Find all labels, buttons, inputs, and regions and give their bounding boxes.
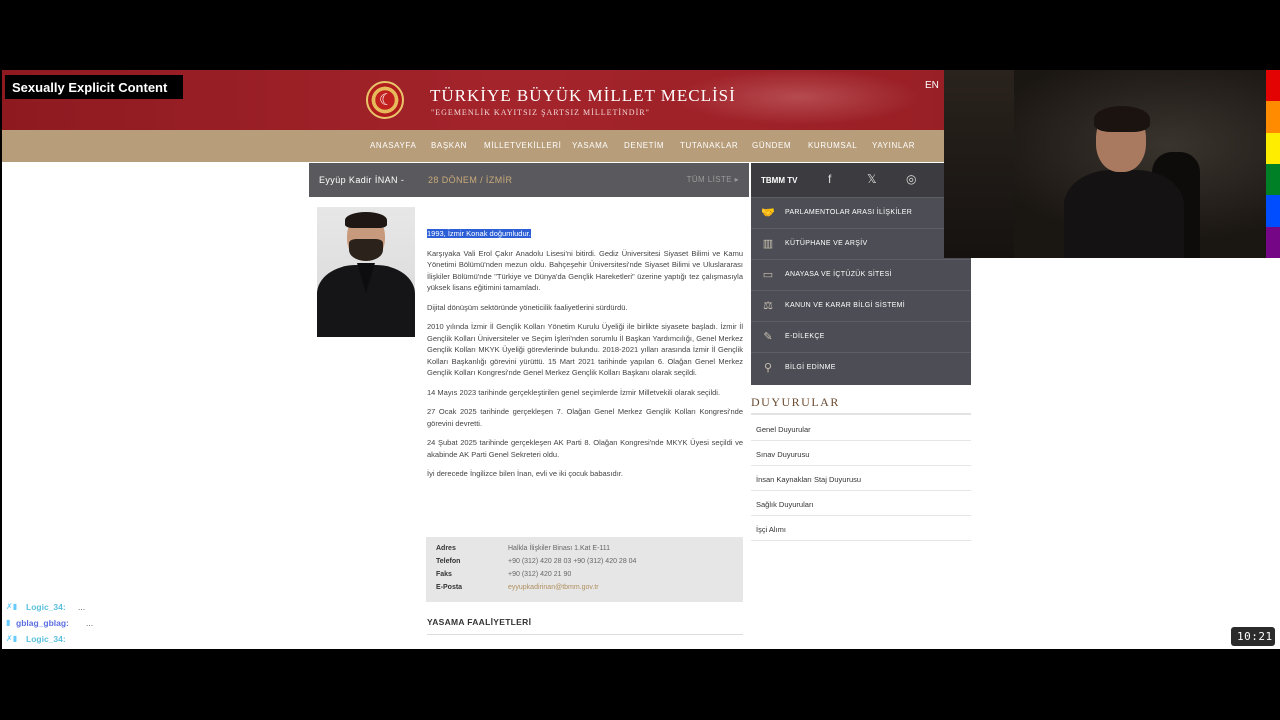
parliament-emblem-icon[interactable]: ☾ xyxy=(366,81,404,119)
sidebar-item-label: BİLGİ EDİNME xyxy=(785,364,836,371)
bio-paragraph: 2010 yılında İzmir İl Gençlik Kolları Yö… xyxy=(427,322,743,377)
sidebar-item-constitution[interactable]: ▭ ANAYASA VE İÇTÜZÜK SİTESİ xyxy=(751,259,971,290)
contact-value-address: Halkla İlişkiler Binası 1.Kat E-111 xyxy=(508,545,611,552)
bio-paragraph: İyi derecede İngilizce bilen İnan, evli … xyxy=(427,469,623,478)
sidebar-item-label: E-DİLEKÇE xyxy=(785,333,825,340)
rainbow-strip xyxy=(1266,70,1280,258)
contact-label-address: Adres xyxy=(436,545,456,552)
language-switch[interactable]: EN xyxy=(925,80,939,91)
nav-item-tutanaklar[interactable]: TUTANAKLAR xyxy=(680,141,738,150)
bio-paragraph: 14 Mayıs 2023 tarihinde gerçekleştirilen… xyxy=(427,387,721,397)
instagram-icon[interactable]: ◎ xyxy=(906,172,916,186)
contact-email-link[interactable]: eyyupkadirinan@tbmm.gov.tr xyxy=(508,584,599,591)
chat-text: ... xyxy=(86,618,94,628)
contact-label-email: E-Posta xyxy=(436,584,463,591)
announcement-label: İnsan Kaynakları Staj Duyurusu xyxy=(756,475,862,484)
contact-label-phone: Telefon xyxy=(436,558,461,565)
chat-message: ✗▮ Logic_34: xyxy=(6,632,266,648)
chat-username: Logic_34: xyxy=(26,634,66,644)
bio-paragraph: Dijital dönüşüm sektöründe yöneticilik f… xyxy=(427,302,628,312)
scales-icon: ⚖ xyxy=(763,300,773,312)
chat-badge-icon: ▮ xyxy=(6,618,11,627)
sidebar-item-library[interactable]: ▥ KÜTÜPHANE VE ARŞİV xyxy=(751,228,971,259)
nav-item-yasama[interactable]: YASAMA xyxy=(572,141,608,150)
x-twitter-icon[interactable]: 𝕏 xyxy=(867,172,877,186)
announcement-item[interactable]: İşçi Alımı xyxy=(751,516,971,541)
announcement-label: Sağlık Duyuruları xyxy=(756,500,814,509)
divider xyxy=(427,634,743,635)
mp-name: Eyyüp Kadir İNAN - xyxy=(319,175,405,185)
chat-username: gblag_gblag: xyxy=(16,618,69,628)
screen: ☾ TÜRKİYE BÜYÜK MİLLET MECLİSİ "EGEMENLİ… xyxy=(0,0,1280,720)
book-icon: ▥ xyxy=(762,238,774,250)
nav-item-denetim[interactable]: DENETİM xyxy=(624,141,664,150)
bio-highlight: 1993, İzmir Konak doğumludur. xyxy=(427,229,531,238)
contact-value-phone: +90 (312) 420 28 03 +90 (312) 420 28 04 xyxy=(508,558,637,565)
divider xyxy=(751,413,971,415)
sidebar-menu: 🤝 PARLAMENTOLAR ARASI İLİŞKİLER ▥ KÜTÜPH… xyxy=(751,197,971,385)
nav-item-gundem[interactable]: GÜNDEM xyxy=(752,141,791,150)
sidebar-item-label: KÜTÜPHANE VE ARŞİV xyxy=(785,240,868,247)
contact-box: Adres Halkla İlişkiler Binası 1.Kat E-11… xyxy=(426,537,743,602)
mp-biography: 1993, İzmir Konak doğumludur. Karşıyaka … xyxy=(427,228,743,488)
tbmm-tv-bar: TBMM TV f 𝕏 ◎ xyxy=(751,163,951,197)
bio-paragraph: 24 Şubat 2025 tarihinde gerçekleşen AK P… xyxy=(427,438,743,459)
bio-paragraph: 27 Ocak 2025 tarihinde gerçekleşen 7. Ol… xyxy=(427,407,743,428)
facebook-icon[interactable]: f xyxy=(828,172,831,186)
announcement-label: Sınav Duyurusu xyxy=(756,450,810,459)
nav-item-kurumsal[interactable]: KURUMSAL xyxy=(808,141,857,150)
sidebar-item-law-system[interactable]: ⚖ KANUN VE KARAR BİLGİ SİSTEMİ xyxy=(751,290,971,321)
chat-overlay: ✗▮ Logic_34: ... ▮ gblag_gblag: ... ✗▮ L… xyxy=(6,600,266,648)
document-icon: ▭ xyxy=(762,269,774,281)
bio-paragraph: Karşıyaka Vali Erol Çakır Anadolu Lisesi… xyxy=(427,248,743,293)
contact-label-fax: Faks xyxy=(436,571,452,578)
nav-item-anasayfa[interactable]: ANASAYFA xyxy=(370,141,416,150)
announcement-item[interactable]: Sağlık Duyuruları xyxy=(751,491,971,516)
sidebar-item-info-request[interactable]: ⚲ BİLGİ EDİNME xyxy=(751,352,971,383)
sidebar-item-e-petition[interactable]: ✎ E-DİLEKÇE xyxy=(751,321,971,352)
mp-photo xyxy=(317,207,415,337)
site-motto: "EGEMENLİK KAYITSIZ ŞARTSIZ MİLLETİNDİR" xyxy=(431,108,650,117)
chat-message: ✗▮ Logic_34: ... xyxy=(6,600,266,616)
sidebar-item-interparliamentary[interactable]: 🤝 PARLAMENTOLAR ARASI İLİŞKİLER xyxy=(751,197,971,228)
nav-item-baskan[interactable]: BAŞKAN xyxy=(431,141,467,150)
all-list-link[interactable]: TÜM LİSTE ▸ xyxy=(687,175,739,184)
content-warning-text: Sexually Explicit Content xyxy=(12,80,168,95)
nav-item-milletvekilleri[interactable]: MİLLETVEKİLLERİ xyxy=(484,141,561,150)
legislative-activities-title: YASAMA FAALİYETLERİ xyxy=(427,617,532,627)
announcement-item[interactable]: İnsan Kaynakları Staj Duyurusu xyxy=(751,466,971,491)
announcements-title: DUYURULAR xyxy=(751,395,840,409)
chat-message: ▮ gblag_gblag: ... xyxy=(6,616,266,632)
search-icon: ⚲ xyxy=(763,362,773,374)
chat-text: ... xyxy=(78,602,86,612)
nav-item-yayinlar[interactable]: YAYINLAR xyxy=(872,141,915,150)
content-warning-label: Sexually Explicit Content xyxy=(5,75,183,99)
mp-term: 28 DÖNEM / İZMİR xyxy=(428,175,513,185)
stream-clock: 10:21 xyxy=(1231,627,1275,646)
chat-username: Logic_34: xyxy=(26,602,66,612)
sidebar-item-label: ANAYASA VE İÇTÜZÜK SİTESİ xyxy=(785,271,892,278)
sidebar-item-label: KANUN VE KARAR BİLGİ SİSTEMİ xyxy=(785,302,906,309)
announcement-item[interactable]: Genel Duyurular xyxy=(751,416,971,441)
announcement-label: İşçi Alımı xyxy=(756,525,787,534)
handshake-icon: 🤝 xyxy=(761,207,775,219)
clock-text: 10:21 xyxy=(1237,630,1273,643)
announcement-label: Genel Duyurular xyxy=(756,425,811,434)
pen-icon: ✎ xyxy=(763,331,773,343)
chat-badge-icon: ✗▮ xyxy=(6,602,18,611)
contact-value-fax: +90 (312) 420 21 90 xyxy=(508,571,572,578)
webcam-overlay xyxy=(944,70,1266,258)
announcement-item[interactable]: Sınav Duyurusu xyxy=(751,441,971,466)
sidebar-item-label: PARLAMENTOLAR ARASI İLİŞKİLER xyxy=(785,209,913,216)
tbmm-tv-link[interactable]: TBMM TV xyxy=(761,176,797,185)
site-title[interactable]: TÜRKİYE BÜYÜK MİLLET MECLİSİ xyxy=(430,86,736,106)
chat-badge-icon: ✗▮ xyxy=(6,634,18,643)
profile-header-bar: Eyyüp Kadir İNAN - 28 DÖNEM / İZMİR TÜM … xyxy=(309,163,749,197)
